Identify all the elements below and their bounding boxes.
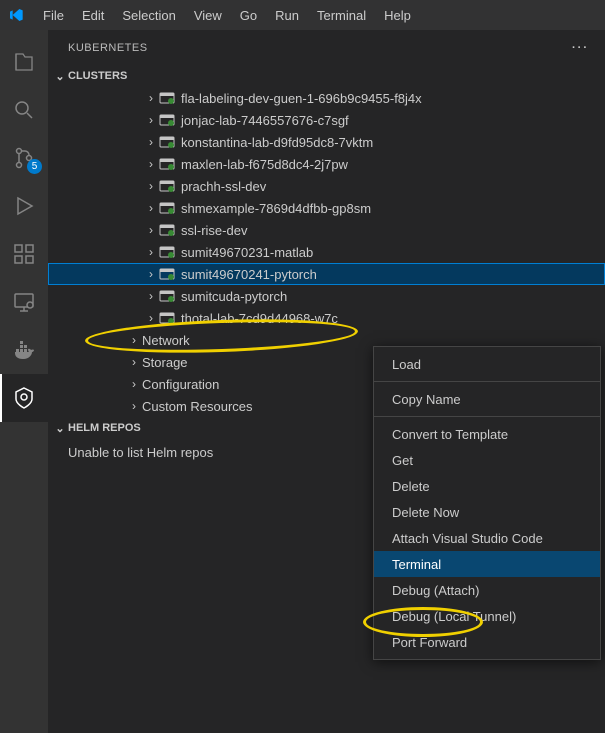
node-label: Storage xyxy=(142,355,188,370)
pod-item[interactable]: › ssl-rise-dev xyxy=(48,219,605,241)
pod-item[interactable]: › sumit49670231-matlab xyxy=(48,241,605,263)
pod-label: fla-labeling-dev-guen-1-696b9c9455-f8j4x xyxy=(181,91,422,106)
pod-label: sumit49670231-matlab xyxy=(181,245,313,260)
menu-bar: FileEditSelectionViewGoRunTerminalHelp xyxy=(34,4,420,27)
node-label: Configuration xyxy=(142,377,219,392)
pod-icon xyxy=(159,310,175,326)
pod-icon xyxy=(159,112,175,128)
menu-help[interactable]: Help xyxy=(375,4,420,27)
separator xyxy=(374,416,600,417)
pod-item[interactable]: › shmexample-7869d4dfbb-gp8sm xyxy=(48,197,605,219)
menu-file[interactable]: File xyxy=(34,4,73,27)
pod-item[interactable]: › prachh-ssl-dev xyxy=(48,175,605,197)
ctx-delete[interactable]: Delete xyxy=(374,473,600,499)
pod-icon xyxy=(159,156,175,172)
more-actions-icon[interactable]: ··· xyxy=(572,42,589,54)
menu-selection[interactable]: Selection xyxy=(113,4,184,27)
pod-icon xyxy=(159,178,175,194)
pod-label: shmexample-7869d4dfbb-gp8sm xyxy=(181,201,371,216)
pod-label: sumitcuda-pytorch xyxy=(181,289,287,304)
titlebar: FileEditSelectionViewGoRunTerminalHelp xyxy=(0,0,605,30)
chevron-right-icon: › xyxy=(126,399,142,413)
ctx-load[interactable]: Load xyxy=(374,351,600,377)
chevron-right-icon: › xyxy=(143,311,159,325)
pod-label: maxlen-lab-f675d8dc4-2j7pw xyxy=(181,157,348,172)
menu-terminal[interactable]: Terminal xyxy=(308,4,375,27)
chevron-right-icon: › xyxy=(126,333,142,347)
source-control-icon[interactable]: 5 xyxy=(0,134,48,182)
chevron-right-icon: › xyxy=(143,267,159,281)
chevron-right-icon: › xyxy=(143,289,159,303)
pod-item[interactable]: › fla-labeling-dev-guen-1-696b9c9455-f8j4… xyxy=(48,87,605,109)
chevron-right-icon: › xyxy=(143,113,159,127)
ctx-convert[interactable]: Convert to Template xyxy=(374,421,600,447)
pod-icon xyxy=(159,222,175,238)
kubernetes-icon[interactable] xyxy=(0,374,48,422)
chevron-right-icon: › xyxy=(143,223,159,237)
pods-tree: › fla-labeling-dev-guen-1-696b9c9455-f8j4… xyxy=(48,87,605,329)
menu-view[interactable]: View xyxy=(185,4,231,27)
pod-label: konstantina-lab-d9fd95dc8-7vktm xyxy=(181,135,373,150)
chevron-right-icon: › xyxy=(143,135,159,149)
pod-item[interactable]: › sumit49670241-pytorch xyxy=(48,263,605,285)
ctx-attach-vscode[interactable]: Attach Visual Studio Code xyxy=(374,525,600,551)
chevron-right-icon: › xyxy=(143,201,159,215)
ctx-copy-name[interactable]: Copy Name xyxy=(374,386,600,412)
pod-icon xyxy=(159,244,175,260)
pod-label: prachh-ssl-dev xyxy=(181,179,266,194)
search-icon[interactable] xyxy=(0,86,48,134)
pod-item[interactable]: › sumitcuda-pytorch xyxy=(48,285,605,307)
vscode-logo-icon xyxy=(8,7,24,23)
run-debug-icon[interactable] xyxy=(0,182,48,230)
menu-go[interactable]: Go xyxy=(231,4,266,27)
chevron-right-icon: › xyxy=(126,355,142,369)
ctx-get[interactable]: Get xyxy=(374,447,600,473)
pod-icon xyxy=(159,266,175,282)
node-label: Network xyxy=(142,333,190,348)
pod-label: ssl-rise-dev xyxy=(181,223,247,238)
ctx-terminal[interactable]: Terminal xyxy=(374,551,600,577)
chevron-down-icon: ⌄ xyxy=(52,422,68,435)
remote-explorer-icon[interactable] xyxy=(0,278,48,326)
pod-item[interactable]: › jonjac-lab-7446557676-c7sgf xyxy=(48,109,605,131)
pod-item[interactable]: › maxlen-lab-f675d8dc4-2j7pw xyxy=(48,153,605,175)
separator xyxy=(374,381,600,382)
chevron-right-icon: › xyxy=(143,179,159,193)
pod-item[interactable]: › konstantina-lab-d9fd95dc8-7vktm xyxy=(48,131,605,153)
chevron-right-icon: › xyxy=(126,377,142,391)
extensions-icon[interactable] xyxy=(0,230,48,278)
ctx-delete-now[interactable]: Delete Now xyxy=(374,499,600,525)
docker-icon[interactable] xyxy=(0,326,48,374)
chevron-down-icon: ⌄ xyxy=(52,70,68,83)
node-label: Custom Resources xyxy=(142,399,253,414)
scm-badge: 5 xyxy=(27,159,42,174)
ctx-debug-tunnel[interactable]: Debug (Local Tunnel) xyxy=(374,603,600,629)
explorer-icon[interactable] xyxy=(0,38,48,86)
section-clusters[interactable]: ⌄ CLUSTERS xyxy=(48,65,605,87)
menu-edit[interactable]: Edit xyxy=(73,4,113,27)
pod-label: jonjac-lab-7446557676-c7sgf xyxy=(181,113,349,128)
sidebar-title: KUBERNETES xyxy=(68,42,148,54)
pod-item[interactable]: › thotal-lab-7cd9d44968-w7c xyxy=(48,307,605,329)
ctx-port-forward[interactable]: Port Forward xyxy=(374,629,600,655)
ctx-debug-attach[interactable]: Debug (Attach) xyxy=(374,577,600,603)
context-menu: Load Copy Name Convert to Template Get D… xyxy=(373,346,601,660)
pod-icon xyxy=(159,90,175,106)
pod-icon xyxy=(159,288,175,304)
pod-icon xyxy=(159,200,175,216)
chevron-right-icon: › xyxy=(143,157,159,171)
activity-bar: 5 xyxy=(0,30,48,733)
chevron-right-icon: › xyxy=(143,245,159,259)
pod-label: thotal-lab-7cd9d44968-w7c xyxy=(181,311,338,326)
pod-icon xyxy=(159,134,175,150)
menu-run[interactable]: Run xyxy=(266,4,308,27)
chevron-right-icon: › xyxy=(143,91,159,105)
pod-label: sumit49670241-pytorch xyxy=(181,267,317,282)
